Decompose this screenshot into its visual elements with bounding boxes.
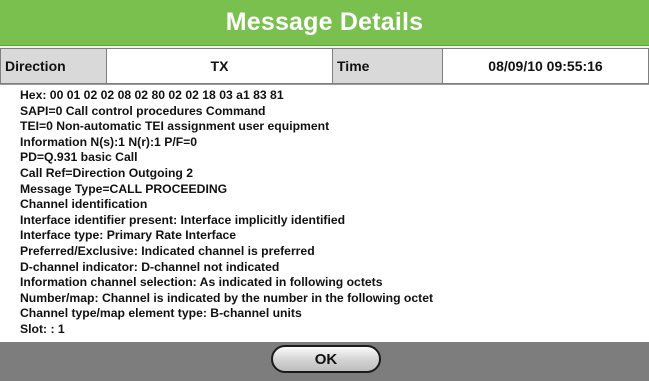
detail-line: Channel type/map element type: B-channel… bbox=[20, 306, 302, 321]
detail-line: PD=Q.931 basic Call bbox=[20, 150, 138, 165]
direction-label: Direction bbox=[1, 49, 107, 83]
detail-line: Number/map: Channel is indicated by the … bbox=[20, 290, 434, 305]
detail-line: Interface type: Primary Rate Interface bbox=[20, 228, 237, 243]
message-details-text-area[interactable]: Hex: 00 01 02 02 08 02 80 02 02 18 03 a1… bbox=[0, 84, 649, 342]
detail-line: Information channel selection: As indica… bbox=[20, 275, 383, 290]
direction-value: TX bbox=[107, 49, 333, 83]
detail-line: Channel identification bbox=[20, 197, 148, 212]
detail-line: Information N(s):1 N(r):1 P/F=0 bbox=[20, 134, 198, 149]
detail-line: Preferred/Exclusive: Indicated channel i… bbox=[20, 243, 315, 258]
detail-line: Slot: : 1 bbox=[20, 321, 65, 336]
title-bar: Message Details bbox=[0, 0, 649, 46]
detail-line: SAPI=0 Call control procedures Command bbox=[20, 103, 266, 118]
detail-line: Call Ref=Direction Outgoing 2 bbox=[20, 165, 194, 180]
ok-button[interactable]: OK bbox=[271, 345, 381, 373]
info-bar: Direction TX Time 08/09/10 09:55:16 bbox=[0, 48, 649, 84]
time-value: 08/09/10 09:55:16 bbox=[443, 49, 648, 83]
detail-line: Interface identifier present: Interface … bbox=[20, 212, 346, 227]
detail-line: TEI=0 Non-automatic TEI assignment user … bbox=[20, 119, 330, 134]
detail-line: Message Type=CALL PROCEEDING bbox=[20, 181, 228, 196]
message-details-dialog: Message Details Direction TX Time 08/09/… bbox=[0, 0, 649, 381]
detail-line: D-channel indicator: D-channel not indic… bbox=[20, 259, 280, 274]
time-label: Time bbox=[333, 49, 443, 83]
dialog-title: Message Details bbox=[225, 8, 424, 36]
detail-line: Hex: 00 01 02 02 08 02 80 02 02 18 03 a1… bbox=[20, 88, 284, 102]
